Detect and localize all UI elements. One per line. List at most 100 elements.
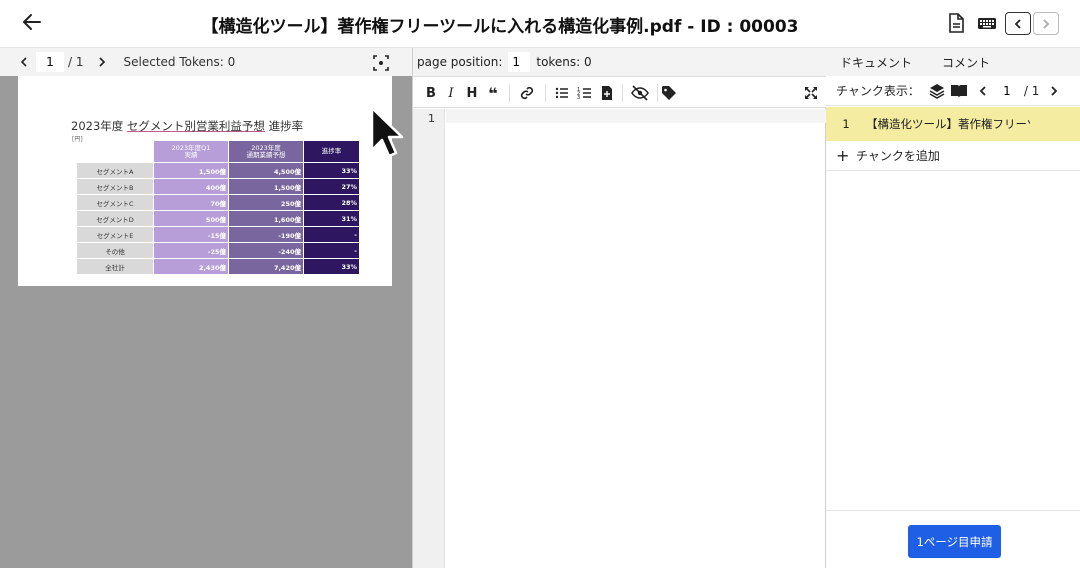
add-chunk-button[interactable]: + チャンクを追加 bbox=[826, 141, 1080, 171]
cell-q1: 500億 bbox=[154, 211, 228, 226]
table-corner bbox=[77, 141, 153, 162]
pdf-page[interactable]: 2023年度 セグメント別営業利益予想 進捗率 [円] 2023年度Q1 実績 2… bbox=[18, 76, 392, 286]
tab-document[interactable]: ドキュメント bbox=[840, 54, 912, 71]
chunk-list-item[interactable]: 1 【構造化ツール】著作権フリーツ bbox=[826, 107, 1080, 141]
add-chunk-label: チャンクを追加 bbox=[856, 149, 940, 163]
table-row: セグメントC 70億 250億 28% bbox=[77, 195, 359, 210]
tokens-count: tokens: 0 bbox=[536, 55, 592, 69]
keyboard-icon[interactable] bbox=[976, 12, 998, 34]
chunk-display-label: チャンク表示： bbox=[836, 84, 920, 98]
preview-toggle-icon[interactable] bbox=[631, 85, 649, 101]
tab-comment[interactable]: コメント bbox=[942, 54, 990, 71]
header-rate: 進捗率 bbox=[304, 141, 359, 162]
insert-page-icon[interactable] bbox=[599, 85, 615, 101]
cell-rate: 28% bbox=[304, 195, 359, 210]
next-chunk-button[interactable] bbox=[1045, 82, 1063, 100]
table-row: セグメントA 1,500億 4,500億 33% bbox=[77, 163, 359, 178]
pdf-toolbar: / 1 Selected Tokens: 0 bbox=[0, 48, 412, 76]
pdf-viewer-pane: / 1 Selected Tokens: 0 2023年度 セグメント別営業利益… bbox=[0, 48, 412, 568]
editor-info-bar: page position: tokens: 0 bbox=[413, 48, 827, 76]
chevron-left-icon bbox=[979, 85, 986, 96]
cell-forecast: 250億 bbox=[229, 195, 303, 210]
chunk-number-input[interactable] bbox=[995, 80, 1018, 101]
cell-rate: - bbox=[304, 243, 359, 258]
chevron-right-icon bbox=[1043, 18, 1050, 29]
layers-icon[interactable] bbox=[928, 82, 946, 100]
table-row: 全社計 2,430億 7,420億 33% bbox=[77, 259, 359, 274]
pdf-slide-title: 2023年度 セグメント別営業利益予想 進捗率 bbox=[71, 119, 304, 133]
submit-page-button[interactable]: 1ページ目申請 bbox=[908, 525, 1001, 558]
line-number: 1 bbox=[428, 112, 435, 125]
chunk-row-number: 1 bbox=[842, 117, 850, 131]
cell-forecast: 1,600億 bbox=[229, 211, 303, 226]
cell-rate: 27% bbox=[304, 179, 359, 194]
italic-icon[interactable]: I bbox=[443, 85, 459, 101]
numbered-list-icon[interactable]: 1 2 3 bbox=[577, 85, 593, 101]
cell-q1: 70億 bbox=[154, 195, 228, 210]
chunk-display-controls: チャンク表示： / 1 bbox=[826, 76, 1080, 106]
markdown-toolbar: B I H ❝ 1 2 3 bbox=[413, 76, 827, 108]
bold-icon[interactable]: B bbox=[423, 85, 439, 101]
submit-footer: 1ページ目申請 bbox=[826, 510, 1080, 568]
next-page-button[interactable] bbox=[90, 48, 114, 76]
document-icon[interactable] bbox=[946, 12, 966, 34]
cell-forecast: -190億 bbox=[229, 227, 303, 242]
chevron-left-icon bbox=[20, 57, 27, 67]
table-row: その他 -25億 -240億 - bbox=[77, 243, 359, 258]
page-number-input[interactable] bbox=[36, 52, 64, 72]
chevron-right-icon bbox=[1051, 85, 1058, 96]
cell-rate: - bbox=[304, 227, 359, 242]
chevron-right-icon bbox=[98, 57, 105, 67]
header-q1: 2023年度Q1 実績 bbox=[154, 141, 228, 162]
quote-icon[interactable]: ❝ bbox=[485, 84, 501, 103]
right-tabs: ドキュメント コメント bbox=[826, 48, 1080, 76]
chunk-row-text: 【構造化ツール】著作権フリーツ bbox=[866, 117, 1030, 131]
area-select-icon[interactable] bbox=[372, 54, 390, 72]
editor-active-line[interactable] bbox=[446, 109, 826, 123]
cell-label: セグメントD bbox=[77, 211, 153, 226]
table-row: セグメントD 500億 1,600億 31% bbox=[77, 211, 359, 226]
cell-forecast: -240億 bbox=[229, 243, 303, 258]
prev-chunk-button[interactable] bbox=[974, 82, 992, 100]
cell-q1: 2,430億 bbox=[154, 259, 228, 274]
selected-tokens-count: Selected Tokens: 0 bbox=[123, 55, 236, 69]
chunk-total: / 1 bbox=[1023, 83, 1040, 98]
book-icon[interactable] bbox=[950, 82, 968, 100]
next-document-button[interactable] bbox=[1033, 12, 1059, 35]
fullscreen-icon[interactable] bbox=[803, 85, 819, 101]
cell-q1: 400億 bbox=[154, 179, 228, 194]
bullet-list-icon[interactable] bbox=[554, 85, 570, 101]
header-bar: 【構造化ツール】著作権フリーツールに入れる構造化事例.pdf - ID : 00… bbox=[0, 0, 1080, 48]
cell-rate: 31% bbox=[304, 211, 359, 226]
cell-rate: 33% bbox=[304, 163, 359, 178]
cell-label: セグメントA bbox=[77, 163, 153, 178]
cell-rate: 33% bbox=[304, 259, 359, 274]
document-title: 【構造化ツール】著作権フリーツールに入れる構造化事例.pdf - ID : 00… bbox=[201, 17, 799, 37]
page-total: / 1 bbox=[68, 55, 84, 69]
cell-label: セグメントE bbox=[77, 227, 153, 242]
chevron-left-icon bbox=[1014, 18, 1021, 29]
cell-q1: -25億 bbox=[154, 243, 228, 258]
cell-label: その他 bbox=[77, 243, 153, 258]
cell-label: セグメントB bbox=[77, 179, 153, 194]
cell-q1: -15億 bbox=[154, 227, 228, 242]
prev-document-button[interactable] bbox=[1005, 12, 1031, 35]
prev-page-button[interactable] bbox=[12, 48, 36, 76]
tag-icon[interactable] bbox=[661, 85, 677, 101]
cell-forecast: 1,500億 bbox=[229, 179, 303, 194]
cell-forecast: 7,420億 bbox=[229, 259, 303, 274]
header-forecast: 2023年度 通期業績予想 bbox=[229, 141, 303, 162]
table-row: セグメントB 400億 1,500億 27% bbox=[77, 179, 359, 194]
page-position-input[interactable] bbox=[508, 52, 531, 72]
cell-forecast: 4,500億 bbox=[229, 163, 303, 178]
cell-q1: 1,500億 bbox=[154, 163, 228, 178]
page-position-label: page position: bbox=[417, 55, 503, 69]
plus-icon: + bbox=[836, 145, 850, 165]
line-number-gutter: 1 bbox=[413, 109, 445, 568]
svg-text:3: 3 bbox=[577, 95, 580, 101]
link-icon[interactable] bbox=[519, 85, 535, 101]
table-row: セグメントE -15億 -190億 - bbox=[77, 227, 359, 242]
heading-icon[interactable]: H bbox=[464, 85, 480, 101]
mouse-pointer-icon bbox=[370, 106, 404, 158]
cell-label: 全社計 bbox=[77, 259, 153, 274]
